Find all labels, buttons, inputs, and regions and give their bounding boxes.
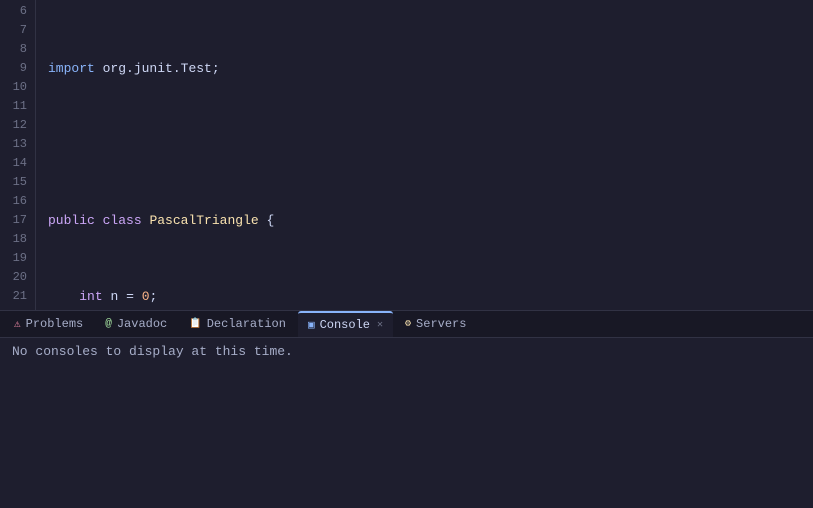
- line-numbers: 6 7 8 9 10 11 12 13 14 15 16 17 18 19 20…: [0, 0, 36, 310]
- javadoc-icon: @: [105, 318, 112, 330]
- code-line-8: public class PascalTriangle {: [48, 211, 813, 230]
- bottom-panel: ⚠ Problems @ Javadoc 📋 Declaration ▣ Con…: [0, 310, 813, 488]
- tab-servers-label: Servers: [416, 317, 466, 331]
- tab-javadoc[interactable]: @ Javadoc: [95, 311, 177, 337]
- tab-problems-label: Problems: [26, 317, 84, 331]
- declaration-icon: 📋: [189, 318, 201, 330]
- tab-console-label: Console: [320, 318, 370, 332]
- code-line-7: [48, 135, 813, 154]
- editor-area[interactable]: 6 7 8 9 10 11 12 13 14 15 16 17 18 19 20…: [0, 0, 813, 310]
- code-line-9: int n = 0;: [48, 287, 813, 306]
- console-message: No consoles to display at this time.: [12, 344, 293, 359]
- tab-problems[interactable]: ⚠ Problems: [4, 311, 93, 337]
- console-area: No consoles to display at this time.: [0, 338, 813, 488]
- tab-bar: ⚠ Problems @ Javadoc 📋 Declaration ▣ Con…: [0, 310, 813, 338]
- tab-javadoc-label: Javadoc: [117, 317, 167, 331]
- tab-declaration[interactable]: 📋 Declaration: [179, 311, 296, 337]
- problems-icon: ⚠: [14, 317, 21, 331]
- console-icon: ▣: [308, 318, 315, 332]
- code-content[interactable]: import org.junit.Test; public class Pasc…: [36, 0, 813, 310]
- tab-console[interactable]: ▣ Console ✕: [298, 311, 393, 337]
- code-line-6: import org.junit.Test;: [48, 59, 813, 78]
- tab-console-close[interactable]: ✕: [377, 319, 383, 331]
- tab-declaration-label: Declaration: [207, 317, 286, 331]
- servers-icon: ⚙: [405, 318, 411, 330]
- tab-servers[interactable]: ⚙ Servers: [395, 311, 476, 337]
